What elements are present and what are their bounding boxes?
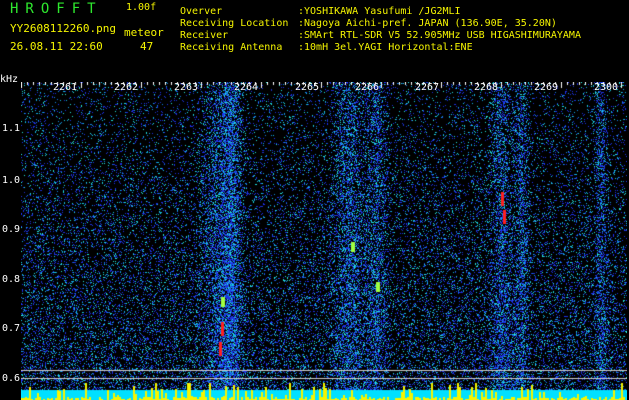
x-tick-label: 2262 <box>114 82 139 93</box>
x-tick-label: 2264 <box>234 82 259 93</box>
spectrogram <box>21 82 627 400</box>
filename: YY2608112260.png <box>10 22 116 35</box>
x-tick-label: 2268 <box>474 82 499 93</box>
meteor-count: 47 <box>140 40 154 53</box>
app-title: HROFFT <box>10 1 103 17</box>
x-tick-label: 2265 <box>295 82 320 93</box>
location-label: Receiving Location <box>180 18 289 29</box>
y-tick-label: 1.0 <box>2 175 21 186</box>
x-tick-label: 2261 <box>53 82 78 93</box>
receiver-value: :SMArt RTL-SDR V5 52.905MHz USB HIGASHIM… <box>298 30 581 41</box>
observer-label: Overver <box>180 6 223 17</box>
hrofft-window: HROFFT 1.00f YY2608112260.png meteor 26.… <box>0 0 629 400</box>
x-tick-label: 2263 <box>174 82 199 93</box>
observer-value: :YOSHIKAWA Yasufumi /JG2MLI <box>298 6 461 17</box>
antenna-label: Receiving Antenna <box>180 42 283 53</box>
y-tick-label: 0.7 <box>2 323 21 334</box>
x-tick-label: 2269 <box>534 82 559 93</box>
x-tick-label: 2266 <box>355 82 380 93</box>
y-tick-label: 0.9 <box>2 224 21 235</box>
y-tick-label: 0.6 <box>2 373 21 384</box>
x-tick-label: 2267 <box>415 82 440 93</box>
datetime: 26.08.11 22:60 <box>10 40 103 53</box>
x-tick-label: 2300 <box>594 82 619 93</box>
app-version: 1.00f <box>126 2 157 13</box>
y-tick-label: 1.1 <box>2 123 21 134</box>
spectrogram-canvas <box>21 82 627 400</box>
frequency-unit-label: kHz <box>0 74 19 85</box>
antenna-value: :10mH 3el.YAGI Horizontal:ENE <box>298 42 473 53</box>
receiver-label: Receiver <box>180 30 229 41</box>
y-tick-label: 0.8 <box>2 274 21 285</box>
location-value: :Nagoya Aichi-pref. JAPAN (136.90E, 35.2… <box>298 18 557 29</box>
meteor-label: meteor <box>124 26 164 39</box>
